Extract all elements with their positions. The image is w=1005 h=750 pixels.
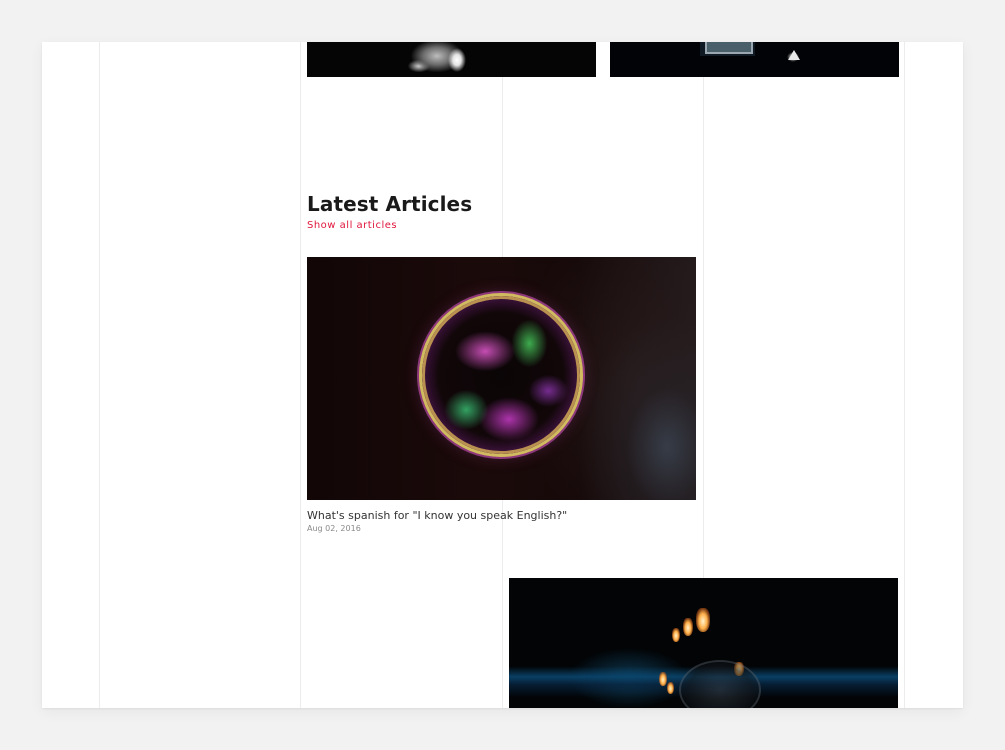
article-thumbnail-lamps[interactable] [509, 578, 898, 708]
bulb-light [683, 618, 693, 636]
grid-column-line [99, 42, 100, 708]
gallery-photo-feathered[interactable] [307, 42, 596, 77]
latest-articles-heading: Latest Articles [307, 192, 473, 216]
grid-column-line [300, 42, 301, 708]
bulb-light [659, 672, 667, 686]
article-date: Aug 02, 2016 [307, 524, 361, 533]
page-card: Latest Articles Show all articles What's… [42, 42, 963, 708]
gallery-photo-dark-room[interactable] [610, 42, 899, 77]
show-all-articles-link[interactable]: Show all articles [307, 220, 397, 231]
bulb-light [672, 628, 680, 642]
glass-bulb-shape [679, 660, 761, 708]
article-thumbnail-bubble[interactable] [307, 257, 696, 500]
grid-column-line [904, 42, 905, 708]
picture-frame-shape [705, 42, 753, 54]
lamp-shape [788, 50, 800, 60]
bulb-light [696, 608, 710, 632]
article-title-link[interactable]: What's spanish for "I know you speak Eng… [307, 509, 567, 522]
soap-bubble-shape [422, 296, 580, 454]
bulb-light [667, 682, 674, 694]
